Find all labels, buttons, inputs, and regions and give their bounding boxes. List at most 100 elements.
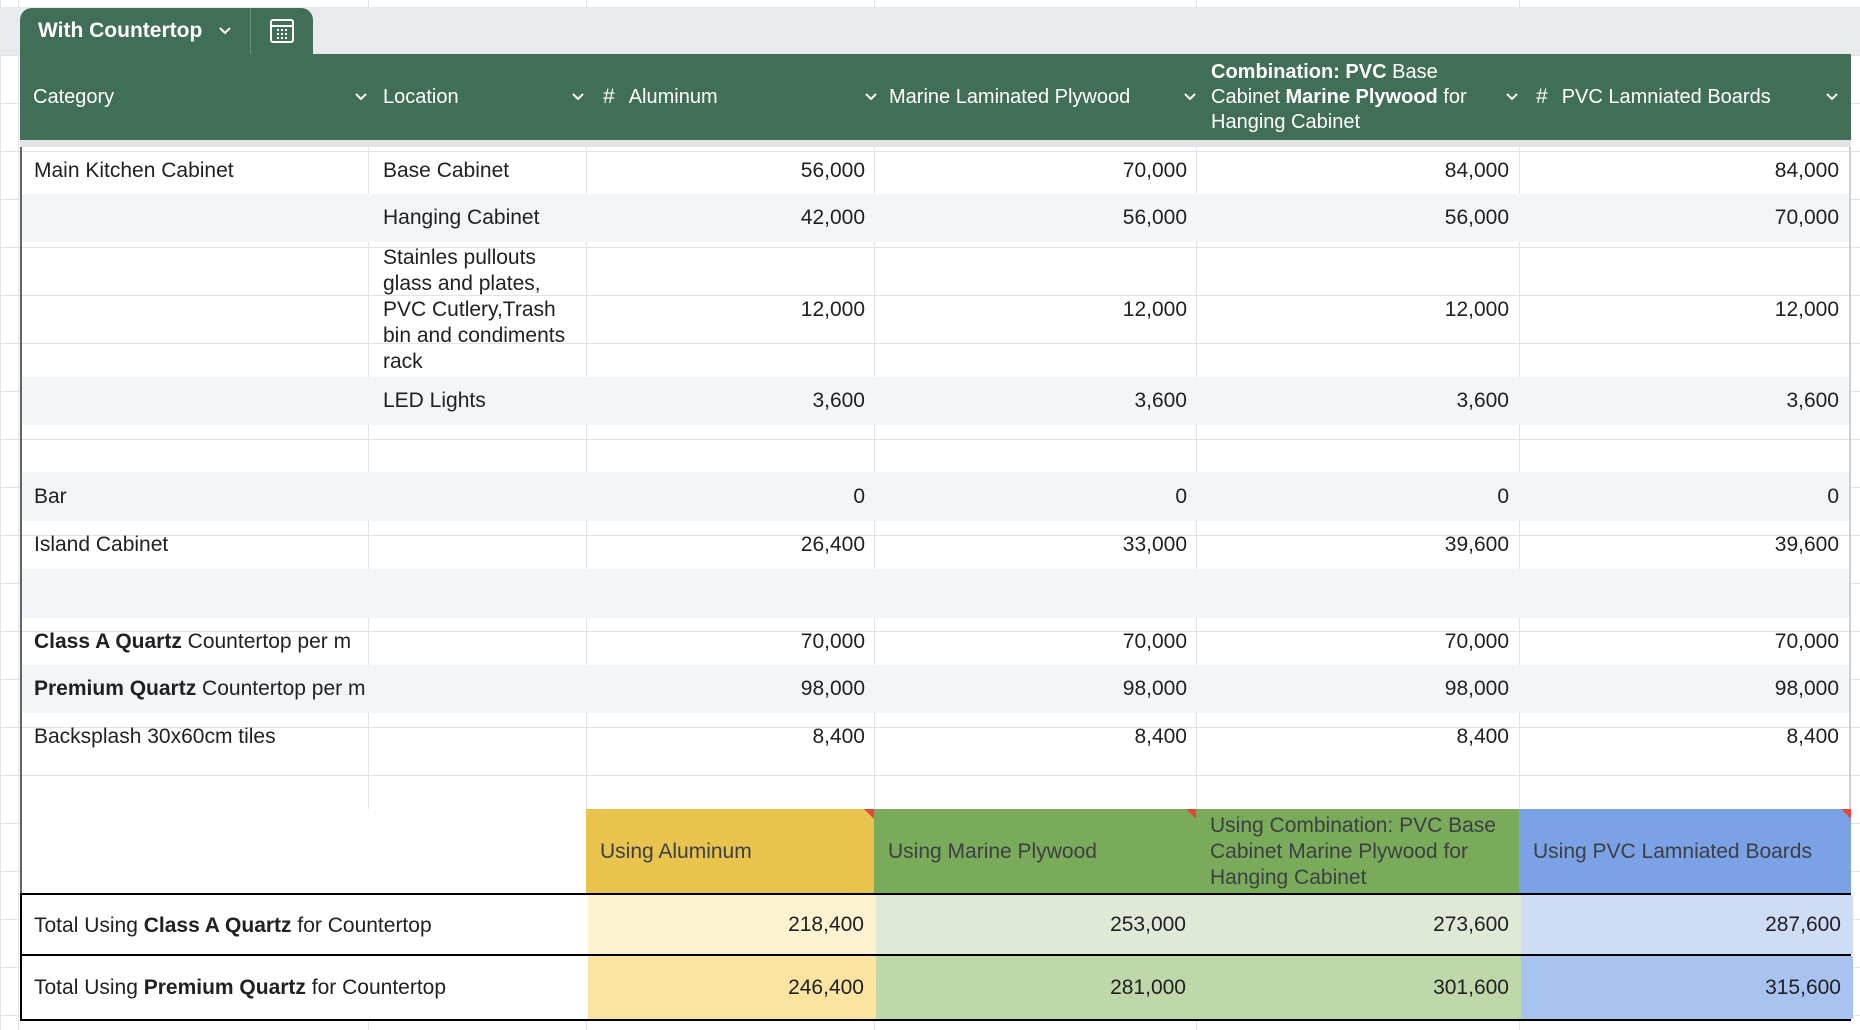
chevron-down-icon[interactable] [1823,88,1841,106]
value-cell[interactable] [589,569,877,618]
location-cell[interactable]: Stainles pullouts glass and plates, PVC … [371,242,589,377]
value-cell[interactable]: 39,600 [1521,521,1851,569]
value-cell[interactable] [877,569,1199,618]
column-header-marine-plywood[interactable]: Marine Laminated Plywood [889,54,1205,140]
column-header-pvc-boards[interactable]: # PVC Lamniated Boards [1536,54,1847,140]
table-row: Premium Quartz Countertop per m 98,000 98,… [22,665,1851,713]
value-cell[interactable] [877,425,1199,472]
total-cell[interactable]: 246,400 [588,956,876,1019]
location-cell[interactable] [371,713,589,760]
category-cell[interactable]: Main Kitchen Cabinet [22,147,371,194]
column-header-category[interactable]: Category [33,54,376,140]
value-cell[interactable]: 56,000 [1199,194,1521,242]
value-cell[interactable]: 0 [1521,472,1851,521]
value-cell[interactable]: 42,000 [589,194,877,242]
value-cell[interactable]: 26,400 [589,521,877,569]
total-cell[interactable]: 253,000 [876,895,1198,955]
summary-header-pvc[interactable]: Using PVC Lamniated Boards [1519,809,1851,894]
location-cell[interactable] [371,569,589,618]
category-cell[interactable]: Island Cabinet [22,521,371,569]
value-cell[interactable]: 3,600 [877,377,1199,425]
total-cell[interactable]: 218,400 [588,895,876,955]
value-cell[interactable]: 12,000 [877,242,1199,377]
total-cell[interactable]: 301,600 [1198,956,1521,1019]
column-header-location[interactable]: Location [383,54,593,140]
value-cell[interactable]: 98,000 [589,665,877,713]
value-cell[interactable]: 70,000 [877,618,1199,665]
total-label[interactable]: Total Using Class A Quartz for Counterto… [22,895,588,955]
chevron-down-icon[interactable] [1181,88,1199,106]
value-cell[interactable]: 0 [589,472,877,521]
value-cell[interactable]: 0 [1199,472,1521,521]
category-cell[interactable] [22,194,371,242]
value-cell[interactable]: 98,000 [1199,665,1521,713]
location-cell[interactable] [371,521,589,569]
category-cell[interactable]: Class A Quartz Countertop per m [22,618,371,665]
comment-marker-icon[interactable] [1186,809,1196,819]
total-cell[interactable]: 315,600 [1521,956,1853,1019]
value-cell[interactable] [1521,569,1851,618]
category-cell[interactable] [22,242,371,377]
value-cell[interactable]: 3,600 [1199,377,1521,425]
location-cell[interactable]: Base Cabinet [371,147,589,194]
column-header-combination[interactable]: Combination: PVC Base Cabinet Marine Ply… [1211,54,1527,140]
value-cell[interactable]: 8,400 [877,713,1199,760]
total-label[interactable]: Total Using Premium Quartz for Counterto… [22,956,588,1019]
location-cell[interactable] [371,665,589,713]
chevron-down-icon[interactable] [1503,88,1521,106]
value-cell[interactable]: 98,000 [877,665,1199,713]
category-cell[interactable]: Premium Quartz Countertop per m [22,665,371,713]
value-cell[interactable]: 98,000 [1521,665,1851,713]
value-cell[interactable]: 8,400 [1199,713,1521,760]
location-cell[interactable]: Hanging Cabinet [371,194,589,242]
total-cell[interactable]: 273,600 [1198,895,1521,955]
value-cell[interactable]: 12,000 [1521,242,1851,377]
chevron-down-icon[interactable] [352,88,370,106]
category-cell[interactable] [22,425,371,472]
category-cell[interactable] [22,569,371,618]
summary-header-aluminum[interactable]: Using Aluminum [586,809,874,894]
chevron-down-icon[interactable] [862,88,880,106]
value-cell[interactable] [1199,569,1521,618]
category-cell[interactable]: Bar [22,472,371,521]
value-cell[interactable] [1199,425,1521,472]
category-cell[interactable]: Backsplash 30x60cm tiles [22,713,371,760]
value-cell[interactable]: 70,000 [589,618,877,665]
comment-marker-icon[interactable] [864,809,874,819]
location-cell[interactable] [371,425,589,472]
location-cell[interactable] [371,618,589,665]
value-cell[interactable]: 3,600 [589,377,877,425]
calculator-table-icon[interactable] [251,8,313,54]
value-cell[interactable]: 12,000 [589,242,877,377]
location-cell[interactable] [371,472,589,521]
value-cell[interactable]: 70,000 [877,147,1199,194]
value-cell[interactable]: 3,600 [1521,377,1851,425]
total-cell[interactable]: 287,600 [1521,895,1853,955]
value-cell[interactable]: 8,400 [589,713,877,760]
value-cell[interactable]: 12,000 [1199,242,1521,377]
value-cell[interactable]: 70,000 [1521,618,1851,665]
comment-marker-icon[interactable] [1841,809,1851,819]
value-cell[interactable] [1521,425,1851,472]
value-cell[interactable] [589,425,877,472]
value-cell[interactable]: 39,600 [1199,521,1521,569]
value-cell[interactable]: 84,000 [1199,147,1521,194]
summary-header-combination[interactable]: Using Combination: PVC Base Cabinet Mari… [1196,809,1519,894]
total-cell[interactable]: 281,000 [876,956,1198,1019]
value-cell[interactable]: 33,000 [877,521,1199,569]
value-cell[interactable]: 56,000 [877,194,1199,242]
value-cell[interactable]: 70,000 [1521,194,1851,242]
location-cell[interactable]: LED Lights [371,377,589,425]
chevron-down-icon[interactable] [569,88,587,106]
value-cell[interactable]: 56,000 [589,147,877,194]
column-header-aluminum[interactable]: # Aluminum [603,54,886,140]
table-name-button[interactable]: With Countertop [20,8,252,54]
value-cell[interactable]: 8,400 [1521,713,1851,760]
value-cell[interactable]: 84,000 [1521,147,1851,194]
value-cell[interactable]: 0 [877,472,1199,521]
value-cell[interactable]: 70,000 [1199,618,1521,665]
summary-header-marine[interactable]: Using Marine Plywood [874,809,1196,894]
category-cell[interactable] [22,377,371,425]
table-name-label: With Countertop [38,19,203,42]
table-right-border [1849,147,1851,809]
